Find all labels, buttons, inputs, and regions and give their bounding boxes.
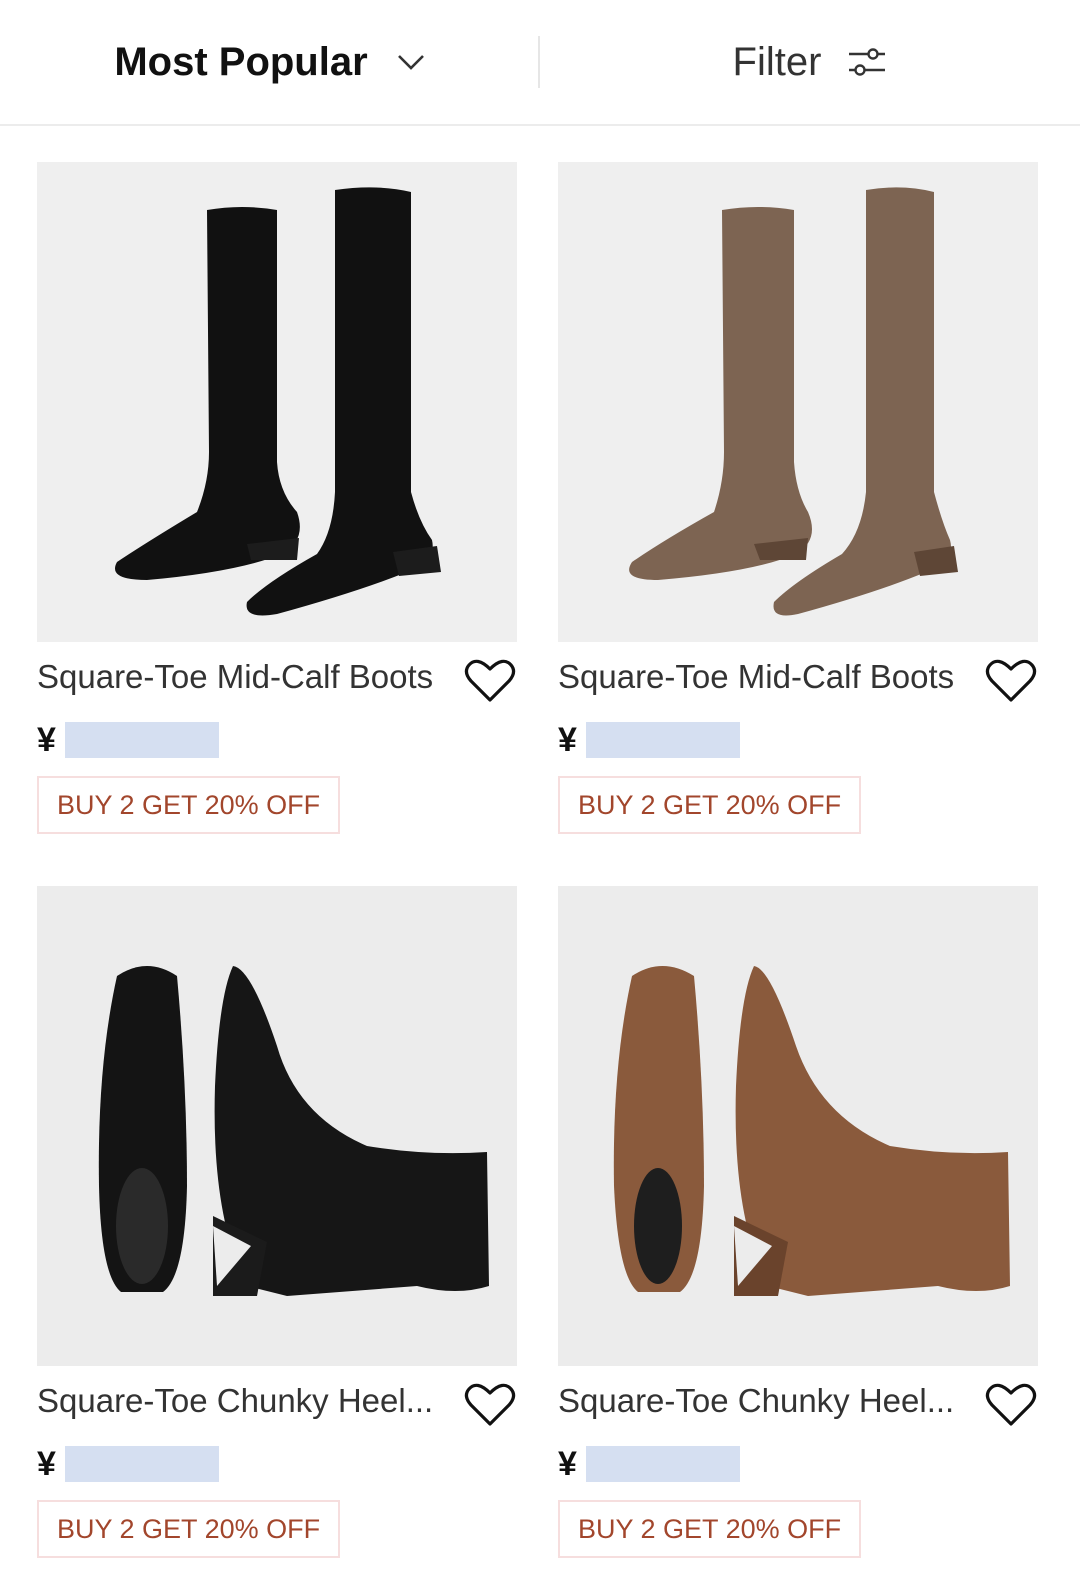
price-redaction — [65, 1446, 219, 1482]
sort-label: Most Popular — [114, 39, 368, 84]
boot-top-view — [98, 966, 187, 1292]
product-price: ¥ — [37, 1445, 56, 1483]
price-redaction — [586, 1446, 740, 1482]
boot-side-view — [734, 966, 1010, 1296]
promo-badge: BUY 2 GET 20% OFF — [37, 1500, 341, 1558]
product-price: ¥ — [558, 1445, 577, 1483]
product-title[interactable]: Square-Toe Mid-Calf Boots — [37, 656, 447, 698]
product-card[interactable]: Square-Toe Mid-Calf Boots ¥ BUY 2 GET 20… — [37, 162, 517, 834]
sort-dropdown[interactable]: Most Popular — [0, 0, 540, 124]
price-redaction — [586, 722, 740, 758]
product-title-row: Square-Toe Chunky Heel... — [37, 1380, 517, 1440]
product-image[interactable] — [37, 886, 517, 1366]
filter-button[interactable]: Filter — [540, 0, 1080, 124]
sliders-icon — [847, 44, 887, 80]
product-title-row: Square-Toe Chunky Heel... — [558, 1380, 1038, 1440]
product-card[interactable]: Square-Toe Chunky Heel... ¥ BUY 2 GET 20… — [37, 886, 517, 1558]
boot-side-view — [213, 966, 489, 1296]
heart-icon[interactable] — [984, 656, 1038, 706]
heart-icon[interactable] — [984, 1380, 1038, 1430]
product-image[interactable] — [37, 162, 517, 642]
heart-icon[interactable] — [463, 1380, 517, 1430]
chevron-down-icon — [396, 47, 426, 77]
product-title-row: Square-Toe Mid-Calf Boots — [558, 656, 1038, 716]
boot-left — [115, 207, 300, 580]
bar-divider — [538, 36, 540, 88]
product-title[interactable]: Square-Toe Chunky Heel... — [558, 1380, 968, 1422]
product-title-row: Square-Toe Mid-Calf Boots — [37, 656, 517, 716]
promo-badge: BUY 2 GET 20% OFF — [558, 776, 862, 834]
product-card[interactable]: Square-Toe Mid-Calf Boots ¥ BUY 2 GET 20… — [558, 162, 1038, 834]
promo-badge: BUY 2 GET 20% OFF — [558, 1500, 862, 1558]
product-title[interactable]: Square-Toe Chunky Heel... — [37, 1380, 447, 1422]
filter-label: Filter — [732, 39, 822, 84]
boot-left — [629, 207, 812, 580]
product-image[interactable] — [558, 886, 1038, 1366]
promo-badge: BUY 2 GET 20% OFF — [37, 776, 341, 834]
price-redaction — [65, 722, 219, 758]
product-price: ¥ — [37, 721, 56, 759]
product-title[interactable]: Square-Toe Mid-Calf Boots — [558, 656, 968, 698]
sort-filter-bar: Most Popular Filter — [0, 0, 1080, 126]
product-image[interactable] — [558, 162, 1038, 642]
product-card[interactable]: Square-Toe Chunky Heel... ¥ BUY 2 GET 20… — [558, 886, 1038, 1558]
heart-icon[interactable] — [463, 656, 517, 706]
boot-top-view — [613, 966, 704, 1292]
product-price: ¥ — [558, 721, 577, 759]
